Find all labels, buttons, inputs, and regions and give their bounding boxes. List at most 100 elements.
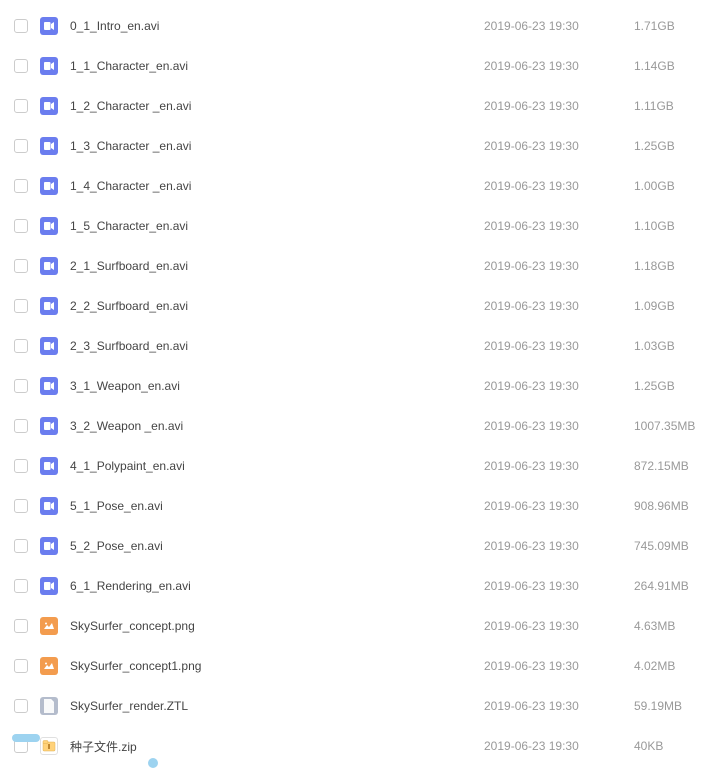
file-row[interactable]: 4_1_Polypaint_en.avi2019-06-23 19:30872.… [0,446,728,486]
file-name[interactable]: SkySurfer_concept.png [62,619,484,633]
file-row[interactable]: 0_1_Intro_en.avi2019-06-23 19:301.71GB [0,6,728,46]
file-checkbox[interactable] [14,259,28,273]
file-name[interactable]: 0_1_Intro_en.avi [62,19,484,33]
file-name[interactable]: 1_3_Character _en.avi [62,139,484,153]
video-file-icon [40,537,58,555]
video-file-icon [40,57,58,75]
file-row[interactable]: 1_3_Character _en.avi2019-06-23 19:301.2… [0,126,728,166]
file-name[interactable]: SkySurfer_render.ZTL [62,699,484,713]
icon-cell [36,177,62,195]
file-name[interactable]: 2_1_Surfboard_en.avi [62,259,484,273]
file-size: 1.18GB [634,259,714,273]
file-size: 4.02MB [634,659,714,673]
file-row[interactable]: 6_1_Rendering_en.avi2019-06-23 19:30264.… [0,566,728,606]
file-checkbox[interactable] [14,699,28,713]
file-name[interactable]: 3_2_Weapon _en.avi [62,419,484,433]
checkbox-cell [14,619,36,633]
file-row[interactable]: 1_1_Character_en.avi2019-06-23 19:301.14… [0,46,728,86]
file-size: 1007.35MB [634,419,714,433]
file-name[interactable]: 2_3_Surfboard_en.avi [62,339,484,353]
video-file-icon [40,457,58,475]
image-file-icon [40,657,58,675]
file-size: 1.14GB [634,59,714,73]
file-row[interactable]: 种子文件.zip2019-06-23 19:3040KB [0,726,728,766]
file-checkbox[interactable] [14,379,28,393]
file-row[interactable]: 2_2_Surfboard_en.avi2019-06-23 19:301.09… [0,286,728,326]
file-row[interactable]: 3_2_Weapon _en.avi2019-06-23 19:301007.3… [0,406,728,446]
file-name[interactable]: 2_2_Surfboard_en.avi [62,299,484,313]
file-row[interactable]: 2_3_Surfboard_en.avi2019-06-23 19:301.03… [0,326,728,366]
checkbox-cell [14,579,36,593]
file-checkbox[interactable] [14,299,28,313]
file-date: 2019-06-23 19:30 [484,259,634,273]
file-checkbox[interactable] [14,59,28,73]
generic-file-icon [40,697,58,715]
file-checkbox[interactable] [14,99,28,113]
file-row[interactable]: 5_1_Pose_en.avi2019-06-23 19:30908.96MB [0,486,728,526]
video-file-icon [40,177,58,195]
file-name[interactable]: 4_1_Polypaint_en.avi [62,459,484,473]
file-date: 2019-06-23 19:30 [484,739,634,753]
checkbox-cell [14,659,36,673]
file-name[interactable]: 6_1_Rendering_en.avi [62,579,484,593]
file-row[interactable]: SkySurfer_concept.png2019-06-23 19:304.6… [0,606,728,646]
icon-cell [36,697,62,715]
file-checkbox[interactable] [14,619,28,633]
file-checkbox[interactable] [14,579,28,593]
file-checkbox[interactable] [14,499,28,513]
video-file-icon [40,577,58,595]
file-date: 2019-06-23 19:30 [484,499,634,513]
file-name[interactable]: 5_1_Pose_en.avi [62,499,484,513]
file-checkbox[interactable] [14,139,28,153]
video-file-icon [40,297,58,315]
icon-cell [36,17,62,35]
file-row[interactable]: 2_1_Surfboard_en.avi2019-06-23 19:301.18… [0,246,728,286]
file-checkbox[interactable] [14,419,28,433]
icon-cell [36,337,62,355]
checkbox-cell [14,99,36,113]
checkbox-cell [14,259,36,273]
checkbox-cell [14,219,36,233]
file-row[interactable]: SkySurfer_render.ZTL2019-06-23 19:3059.1… [0,686,728,726]
file-name[interactable]: SkySurfer_concept1.png [62,659,484,673]
checkbox-cell [14,179,36,193]
video-file-icon [40,217,58,235]
file-size: 1.03GB [634,339,714,353]
file-row[interactable]: 1_5_Character_en.avi2019-06-23 19:301.10… [0,206,728,246]
checkbox-cell [14,699,36,713]
file-row[interactable]: 5_2_Pose_en.avi2019-06-23 19:30745.09MB [0,526,728,566]
file-checkbox[interactable] [14,459,28,473]
file-name[interactable]: 3_1_Weapon_en.avi [62,379,484,393]
file-name[interactable]: 1_1_Character_en.avi [62,59,484,73]
file-row[interactable]: SkySurfer_concept1.png2019-06-23 19:304.… [0,646,728,686]
file-checkbox[interactable] [14,659,28,673]
file-row[interactable]: 1_2_Character _en.avi2019-06-23 19:301.1… [0,86,728,126]
icon-cell [36,97,62,115]
file-date: 2019-06-23 19:30 [484,19,634,33]
icon-cell [36,257,62,275]
file-checkbox[interactable] [14,219,28,233]
file-size: 1.00GB [634,179,714,193]
file-row[interactable]: 1_4_Character _en.avi2019-06-23 19:301.0… [0,166,728,206]
file-size: 1.10GB [634,219,714,233]
icon-cell [36,297,62,315]
file-name[interactable]: 种子文件.zip [62,738,484,755]
file-date: 2019-06-23 19:30 [484,219,634,233]
file-checkbox[interactable] [14,19,28,33]
video-file-icon [40,257,58,275]
file-date: 2019-06-23 19:30 [484,579,634,593]
file-checkbox[interactable] [14,539,28,553]
icon-cell [36,137,62,155]
file-checkbox[interactable] [14,179,28,193]
file-row[interactable]: 3_1_Weapon_en.avi2019-06-23 19:301.25GB [0,366,728,406]
checkbox-cell [14,139,36,153]
file-checkbox[interactable] [14,339,28,353]
file-name[interactable]: 1_4_Character _en.avi [62,179,484,193]
checkbox-cell [14,539,36,553]
video-file-icon [40,97,58,115]
file-name[interactable]: 1_5_Character_en.avi [62,219,484,233]
file-name[interactable]: 1_2_Character _en.avi [62,99,484,113]
file-date: 2019-06-23 19:30 [484,339,634,353]
file-name[interactable]: 5_2_Pose_en.avi [62,539,484,553]
file-size: 1.71GB [634,19,714,33]
